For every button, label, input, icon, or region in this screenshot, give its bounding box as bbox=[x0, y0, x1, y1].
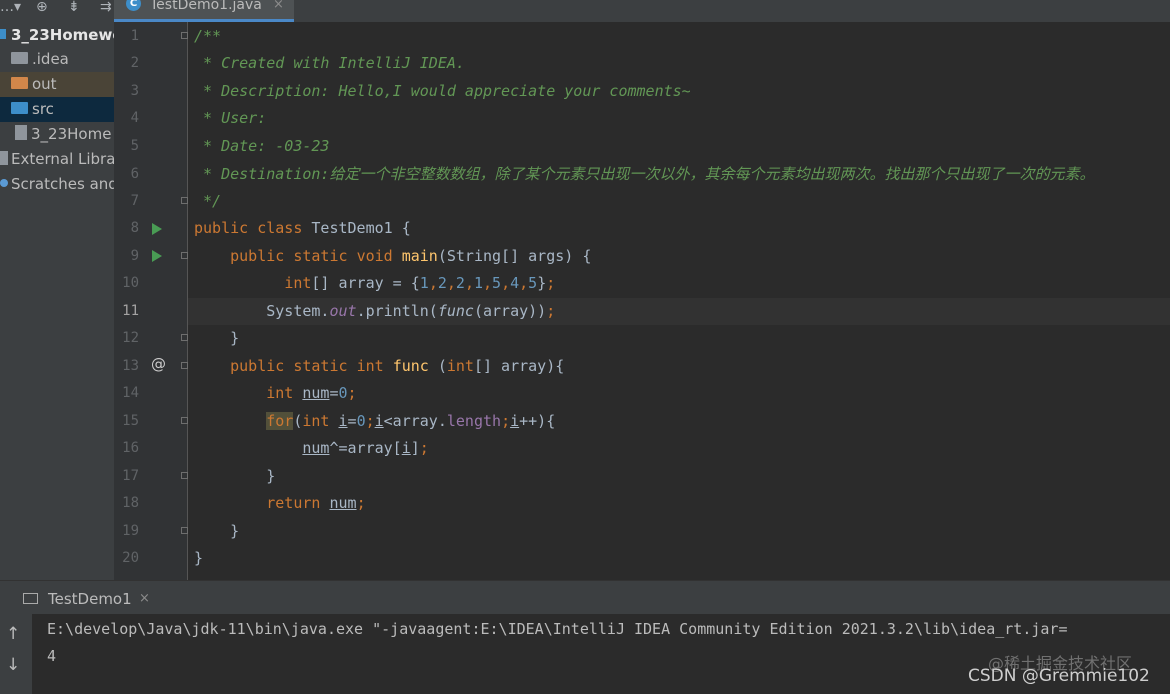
console-command-line: E:\develop\Java\jdk-11\bin\java.exe "-ja… bbox=[47, 620, 1068, 638]
line-number: 18 bbox=[122, 495, 139, 511]
line-number: 11 bbox=[122, 303, 139, 319]
code-line[interactable]: /** bbox=[194, 23, 221, 50]
line-number: 17 bbox=[122, 468, 139, 484]
tab-testdemo1-java[interactable]: C TestDemo1.java × bbox=[114, 0, 294, 22]
code-editor[interactable]: 1 2 3 4 5 6 7 8 9 10 11 12 13 14 15 16 1… bbox=[114, 22, 1170, 580]
tree-item-label: src bbox=[32, 100, 54, 118]
tree-item-module[interactable]: 3_23Homewo bbox=[0, 23, 114, 48]
line-number: 7 bbox=[130, 193, 139, 209]
close-icon[interactable]: × bbox=[139, 591, 150, 606]
line-number: 3 bbox=[130, 83, 139, 99]
fold-marker[interactable] bbox=[181, 252, 188, 259]
line-number: 8 bbox=[130, 220, 139, 236]
tree-item-idea[interactable]: .idea bbox=[0, 47, 114, 72]
module-icon bbox=[0, 28, 6, 39]
source-folder-icon bbox=[11, 101, 28, 114]
override-icon[interactable]: @ bbox=[151, 355, 166, 373]
code-line[interactable]: System.out.println(func(array)); bbox=[194, 298, 555, 325]
code-line[interactable]: public static void main(String[] args) { bbox=[194, 243, 591, 270]
close-icon[interactable]: × bbox=[273, 0, 284, 13]
options-icon[interactable]: ⇉ bbox=[100, 0, 112, 15]
tree-item-label: out bbox=[32, 75, 57, 93]
run-side-toolbar: ↑ ↓ bbox=[0, 614, 32, 694]
code-line[interactable]: */ bbox=[194, 188, 221, 215]
project-panel: …▾ ⊕ ⇟ ⇉ 3_23Homewo .idea out src 3_23Ho… bbox=[0, 0, 114, 580]
code-line[interactable]: * Description: Hello,I would appreciate … bbox=[194, 78, 691, 105]
tab-run-testdemo1[interactable]: TestDemo1 × bbox=[0, 581, 160, 614]
folder-excluded-icon bbox=[11, 76, 28, 89]
run-icon[interactable] bbox=[152, 250, 162, 262]
line-number: 16 bbox=[122, 440, 139, 456]
tree-item-label: Scratches and bbox=[11, 175, 114, 193]
project-dropdown-icon[interactable]: …▾ bbox=[0, 0, 21, 15]
run-tab-label: TestDemo1 bbox=[48, 590, 132, 608]
line-number: 19 bbox=[122, 523, 139, 539]
tree-item-label: External Librar bbox=[11, 150, 114, 168]
run-console-icon bbox=[23, 593, 38, 604]
module-file-icon bbox=[15, 125, 27, 140]
tree-item-label: 3_23Homewo bbox=[11, 26, 114, 44]
line-number: 4 bbox=[130, 110, 139, 126]
run-tool-window-header: TestDemo1 × bbox=[0, 580, 1170, 614]
code-line[interactable]: * Destination:给定一个非空整数数组，除了某个元素只出现一次以外，其… bbox=[194, 161, 1094, 188]
tree-item-external-libraries[interactable]: External Librar bbox=[0, 147, 114, 172]
project-toolbar: …▾ ⊕ ⇟ ⇉ bbox=[0, 0, 114, 22]
arrow-down-icon[interactable]: ↓ bbox=[6, 655, 20, 675]
code-line[interactable]: } bbox=[194, 325, 239, 352]
code-line[interactable]: } bbox=[194, 463, 275, 490]
java-class-icon: C bbox=[126, 0, 141, 11]
scratch-icon bbox=[0, 178, 8, 187]
collapse-all-icon[interactable]: ⇟ bbox=[68, 0, 80, 15]
tree-item-module-file[interactable]: 3_23Home bbox=[0, 122, 114, 147]
line-number: 2 bbox=[130, 55, 139, 71]
line-number: 1 bbox=[130, 28, 139, 44]
line-number: 9 bbox=[130, 248, 139, 264]
fold-marker[interactable] bbox=[181, 32, 188, 39]
code-line[interactable]: * User: bbox=[194, 105, 266, 132]
code-line[interactable]: public class TestDemo1 { bbox=[194, 215, 411, 242]
editor-tab-bar: C TestDemo1.java × bbox=[114, 0, 1170, 22]
code-line[interactable]: int num=0; bbox=[194, 380, 356, 407]
line-number: 14 bbox=[122, 385, 139, 401]
fold-marker[interactable] bbox=[181, 334, 188, 341]
watermark-csdn: CSDN @Gremmie102 bbox=[968, 666, 1150, 686]
line-number: 6 bbox=[130, 166, 139, 182]
code-line[interactable]: for(int i=0;i<array.length;i++){ bbox=[194, 408, 555, 435]
code-line[interactable]: * Created with IntelliJ IDEA. bbox=[194, 50, 465, 77]
code-line[interactable]: * Date: -03-23 bbox=[194, 133, 329, 160]
line-number: 15 bbox=[122, 413, 139, 429]
code-line[interactable]: num^=array[i]; bbox=[194, 435, 428, 462]
fold-marker[interactable] bbox=[181, 362, 188, 369]
fold-marker[interactable] bbox=[181, 472, 188, 479]
tree-item-label: 3_23Home bbox=[31, 125, 112, 143]
fold-marker[interactable] bbox=[181, 417, 188, 424]
folder-icon bbox=[11, 51, 28, 64]
code-line[interactable]: int[] array = {1,2,2,1,5,4,5}; bbox=[194, 270, 555, 297]
fold-marker[interactable] bbox=[181, 197, 188, 204]
arrow-up-icon[interactable]: ↑ bbox=[6, 624, 20, 644]
line-number: 5 bbox=[130, 138, 139, 154]
console-output-line: 4 bbox=[47, 647, 57, 665]
locate-icon[interactable]: ⊕ bbox=[36, 0, 48, 15]
run-icon[interactable] bbox=[152, 223, 162, 235]
tab-label: TestDemo1.java bbox=[150, 0, 262, 13]
line-number: 13 bbox=[122, 358, 139, 374]
code-line[interactable]: } bbox=[194, 545, 203, 572]
tree-item-src[interactable]: src bbox=[0, 97, 114, 122]
code-line[interactable]: } bbox=[194, 518, 239, 545]
line-number: 20 bbox=[122, 550, 139, 566]
fold-marker[interactable] bbox=[181, 527, 188, 534]
library-icon bbox=[0, 150, 8, 165]
line-number: 10 bbox=[122, 275, 139, 291]
code-line[interactable]: return num; bbox=[194, 490, 365, 517]
line-number: 12 bbox=[122, 330, 139, 346]
tree-item-scratches[interactable]: Scratches and bbox=[0, 172, 114, 197]
tree-item-out[interactable]: out bbox=[0, 72, 114, 97]
code-line[interactable]: public static int func (int[] array){ bbox=[194, 353, 564, 380]
tree-item-label: .idea bbox=[32, 50, 69, 68]
